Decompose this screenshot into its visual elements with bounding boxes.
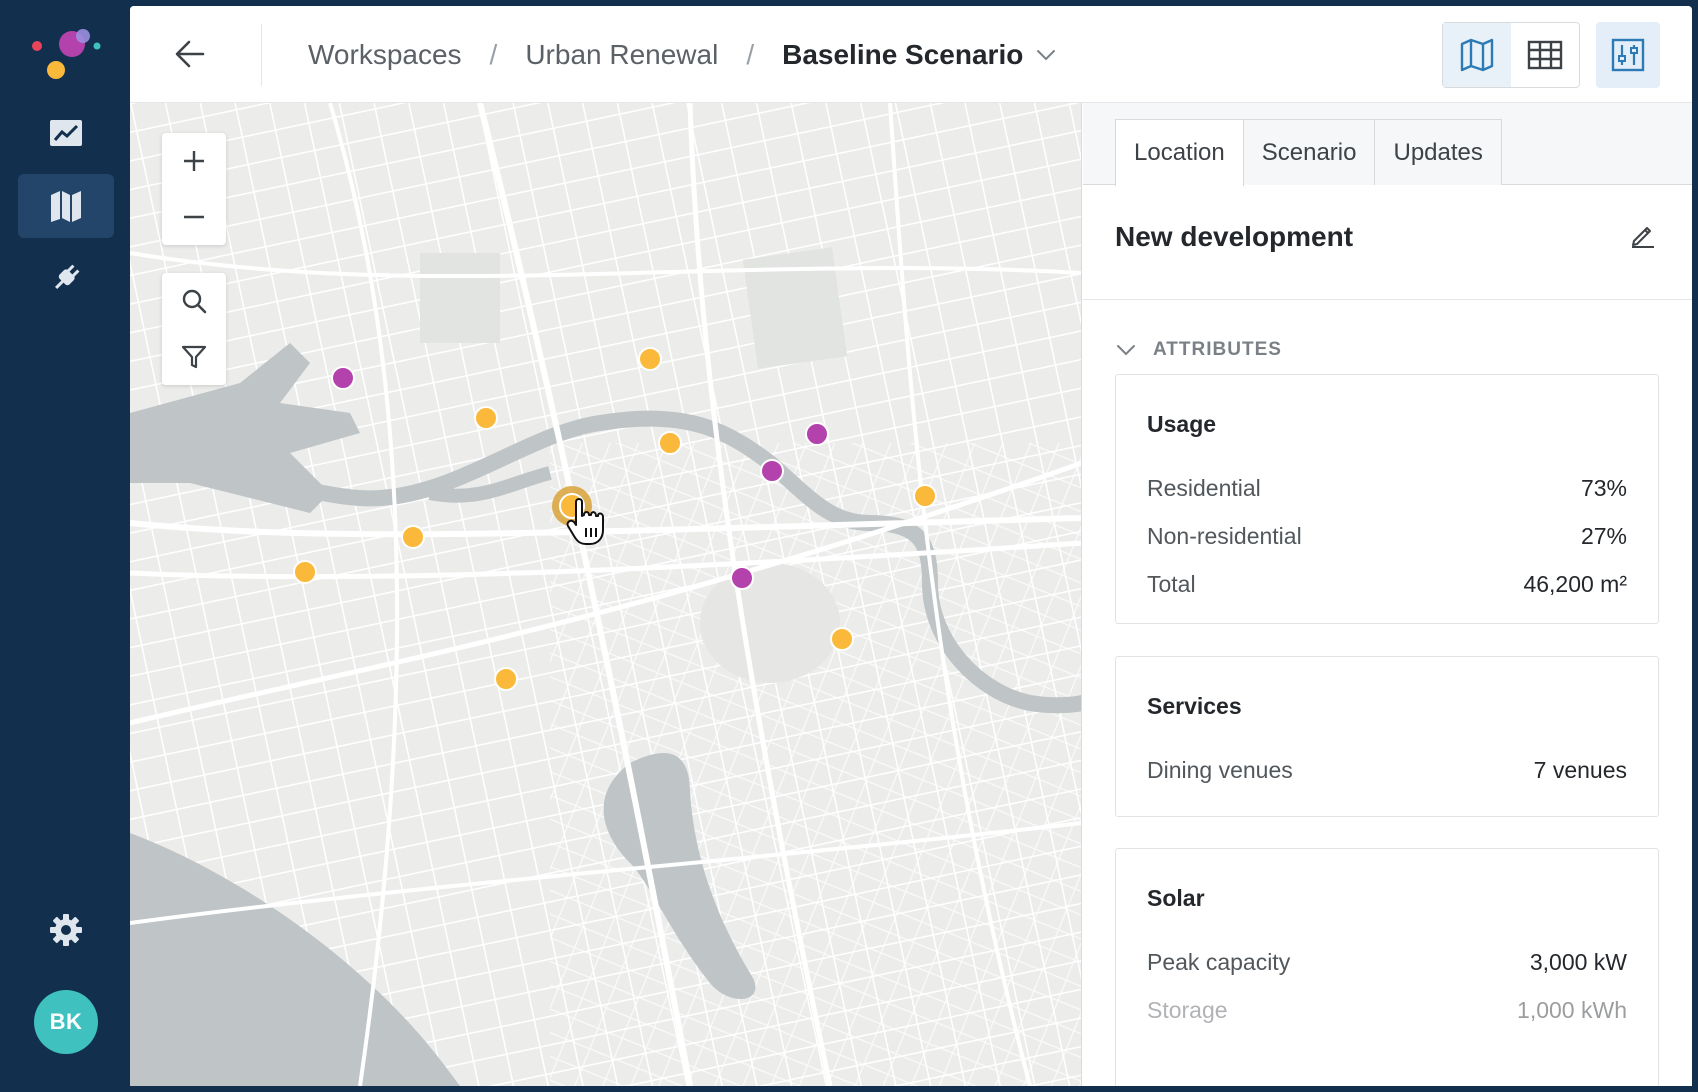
breadcrumb-workspaces[interactable]: Workspaces xyxy=(308,39,462,71)
usage-card: Usage Residential 73% Non-residential 27… xyxy=(1115,374,1659,624)
pencil-icon xyxy=(1632,227,1654,248)
nav-settings[interactable] xyxy=(18,898,114,962)
attribute-label: Storage xyxy=(1147,996,1228,1023)
map-search-button[interactable] xyxy=(162,273,226,329)
panel-tabs: Location Scenario Updates xyxy=(1115,119,1502,186)
top-header: Workspaces / Urban Renewal / Baseline Sc… xyxy=(130,6,1692,103)
edit-title-button[interactable] xyxy=(1623,215,1663,255)
panel-tabs-bar: Location Scenario Updates xyxy=(1083,103,1692,186)
attribute-value: 46,200 m² xyxy=(1523,570,1627,597)
zoom-out-button[interactable] xyxy=(162,189,226,245)
nav-integrations[interactable] xyxy=(18,246,114,310)
marker-orange[interactable] xyxy=(830,627,854,651)
table-view-button[interactable] xyxy=(1511,23,1579,87)
attribute-row: Total 46,200 m² xyxy=(1147,560,1627,608)
zoom-in-button[interactable] xyxy=(162,133,226,189)
zoom-controls xyxy=(162,133,226,245)
nav-analytics[interactable] xyxy=(18,102,114,166)
nav-rail: BK xyxy=(0,0,130,1092)
attribute-value: 7 venues xyxy=(1533,756,1627,783)
back-button[interactable] xyxy=(168,32,212,76)
tab-location[interactable]: Location xyxy=(1115,119,1244,186)
services-card: Services Dining venues 7 venues xyxy=(1115,656,1659,817)
attributes-section-toggle[interactable]: ATTRIBUTES xyxy=(1115,339,1282,361)
card-title: Solar xyxy=(1147,885,1205,911)
marker-purple[interactable] xyxy=(760,459,784,483)
marker-orange[interactable] xyxy=(293,560,317,584)
search-icon xyxy=(182,289,207,314)
zoom-out-icon xyxy=(184,215,204,219)
section-label: ATTRIBUTES xyxy=(1153,339,1282,360)
main-window: Workspaces / Urban Renewal / Baseline Sc… xyxy=(130,6,1692,1086)
attribute-row: Storage 1,000 kWh xyxy=(1147,986,1627,1034)
breadcrumb-current-scenario[interactable]: Baseline Scenario xyxy=(782,39,1023,71)
map-icon xyxy=(51,191,81,222)
breadcrumb-separator: / xyxy=(746,39,755,70)
header-divider xyxy=(261,24,262,86)
view-toggle xyxy=(1442,22,1580,88)
tab-scenario[interactable]: Scenario xyxy=(1242,119,1376,185)
details-panel: Location Scenario Updates New developmen… xyxy=(1083,103,1692,1086)
attribute-label: Total xyxy=(1147,570,1196,597)
nav-map[interactable] xyxy=(18,174,114,238)
attribute-value: 27% xyxy=(1580,522,1627,549)
attribute-value: 1,000 kWh xyxy=(1517,996,1627,1023)
attribute-label: Dining venues xyxy=(1147,756,1293,783)
zoom-in-icon xyxy=(184,151,204,171)
marker-orange[interactable] xyxy=(658,431,682,455)
attribute-label: Peak capacity xyxy=(1147,948,1291,975)
panel-title: New development xyxy=(1115,221,1354,252)
table-view-icon xyxy=(1527,40,1563,70)
panel-settings-button[interactable] xyxy=(1596,22,1660,88)
map-markers xyxy=(293,347,937,691)
app-window: BK Workspaces / Urban Renewal / Baseline… xyxy=(0,0,1698,1092)
user-avatar[interactable]: BK xyxy=(34,990,98,1054)
marker-orange[interactable] xyxy=(494,667,518,691)
attribute-value: 3,000 kW xyxy=(1529,948,1627,975)
attribute-label: Residential xyxy=(1147,474,1261,501)
card-title: Usage xyxy=(1147,411,1217,437)
tab-updates[interactable]: Updates xyxy=(1374,119,1502,185)
map-canvas[interactable] xyxy=(130,103,1082,1086)
marker-purple[interactable] xyxy=(331,366,355,390)
title-divider xyxy=(1083,299,1692,300)
marker-orange[interactable] xyxy=(913,484,937,508)
marker-orange[interactable] xyxy=(638,347,662,371)
gear-icon xyxy=(50,914,82,946)
breadcrumb: Workspaces / Urban Renewal / Baseline Sc… xyxy=(308,34,1057,76)
marker-purple[interactable] xyxy=(805,422,829,446)
card-title: Services xyxy=(1147,693,1242,719)
breadcrumb-separator: / xyxy=(489,39,498,70)
map-tools xyxy=(162,273,226,385)
map-view-icon xyxy=(1460,38,1494,72)
map-filter-button[interactable] xyxy=(162,329,226,385)
solar-card: Solar Peak capacity 3,000 kW Storage 1,0… xyxy=(1115,848,1659,1086)
back-arrow-icon xyxy=(175,40,205,68)
filter-icon xyxy=(181,345,207,369)
marker-orange[interactable] xyxy=(401,525,425,549)
sliders-icon xyxy=(1611,38,1645,72)
attribute-row: Residential 73% xyxy=(1147,464,1627,512)
attribute-row: Peak capacity 3,000 kW xyxy=(1147,938,1627,986)
trend-chart-icon xyxy=(50,120,82,146)
attribute-row: Dining venues 7 venues xyxy=(1147,746,1627,794)
chevron-down-icon xyxy=(1117,345,1135,356)
app-logo xyxy=(26,26,106,86)
marker-purple[interactable] xyxy=(730,566,754,590)
breadcrumb-urban-renewal[interactable]: Urban Renewal xyxy=(525,39,718,71)
attribute-value: 73% xyxy=(1580,474,1627,501)
marker-orange[interactable] xyxy=(474,406,498,430)
attribute-row: Non-residential 27% xyxy=(1147,512,1627,560)
attribute-label: Non-residential xyxy=(1147,522,1302,549)
map-view-button[interactable] xyxy=(1443,23,1511,87)
chevron-down-icon[interactable] xyxy=(1035,44,1057,66)
plug-icon xyxy=(55,264,80,289)
